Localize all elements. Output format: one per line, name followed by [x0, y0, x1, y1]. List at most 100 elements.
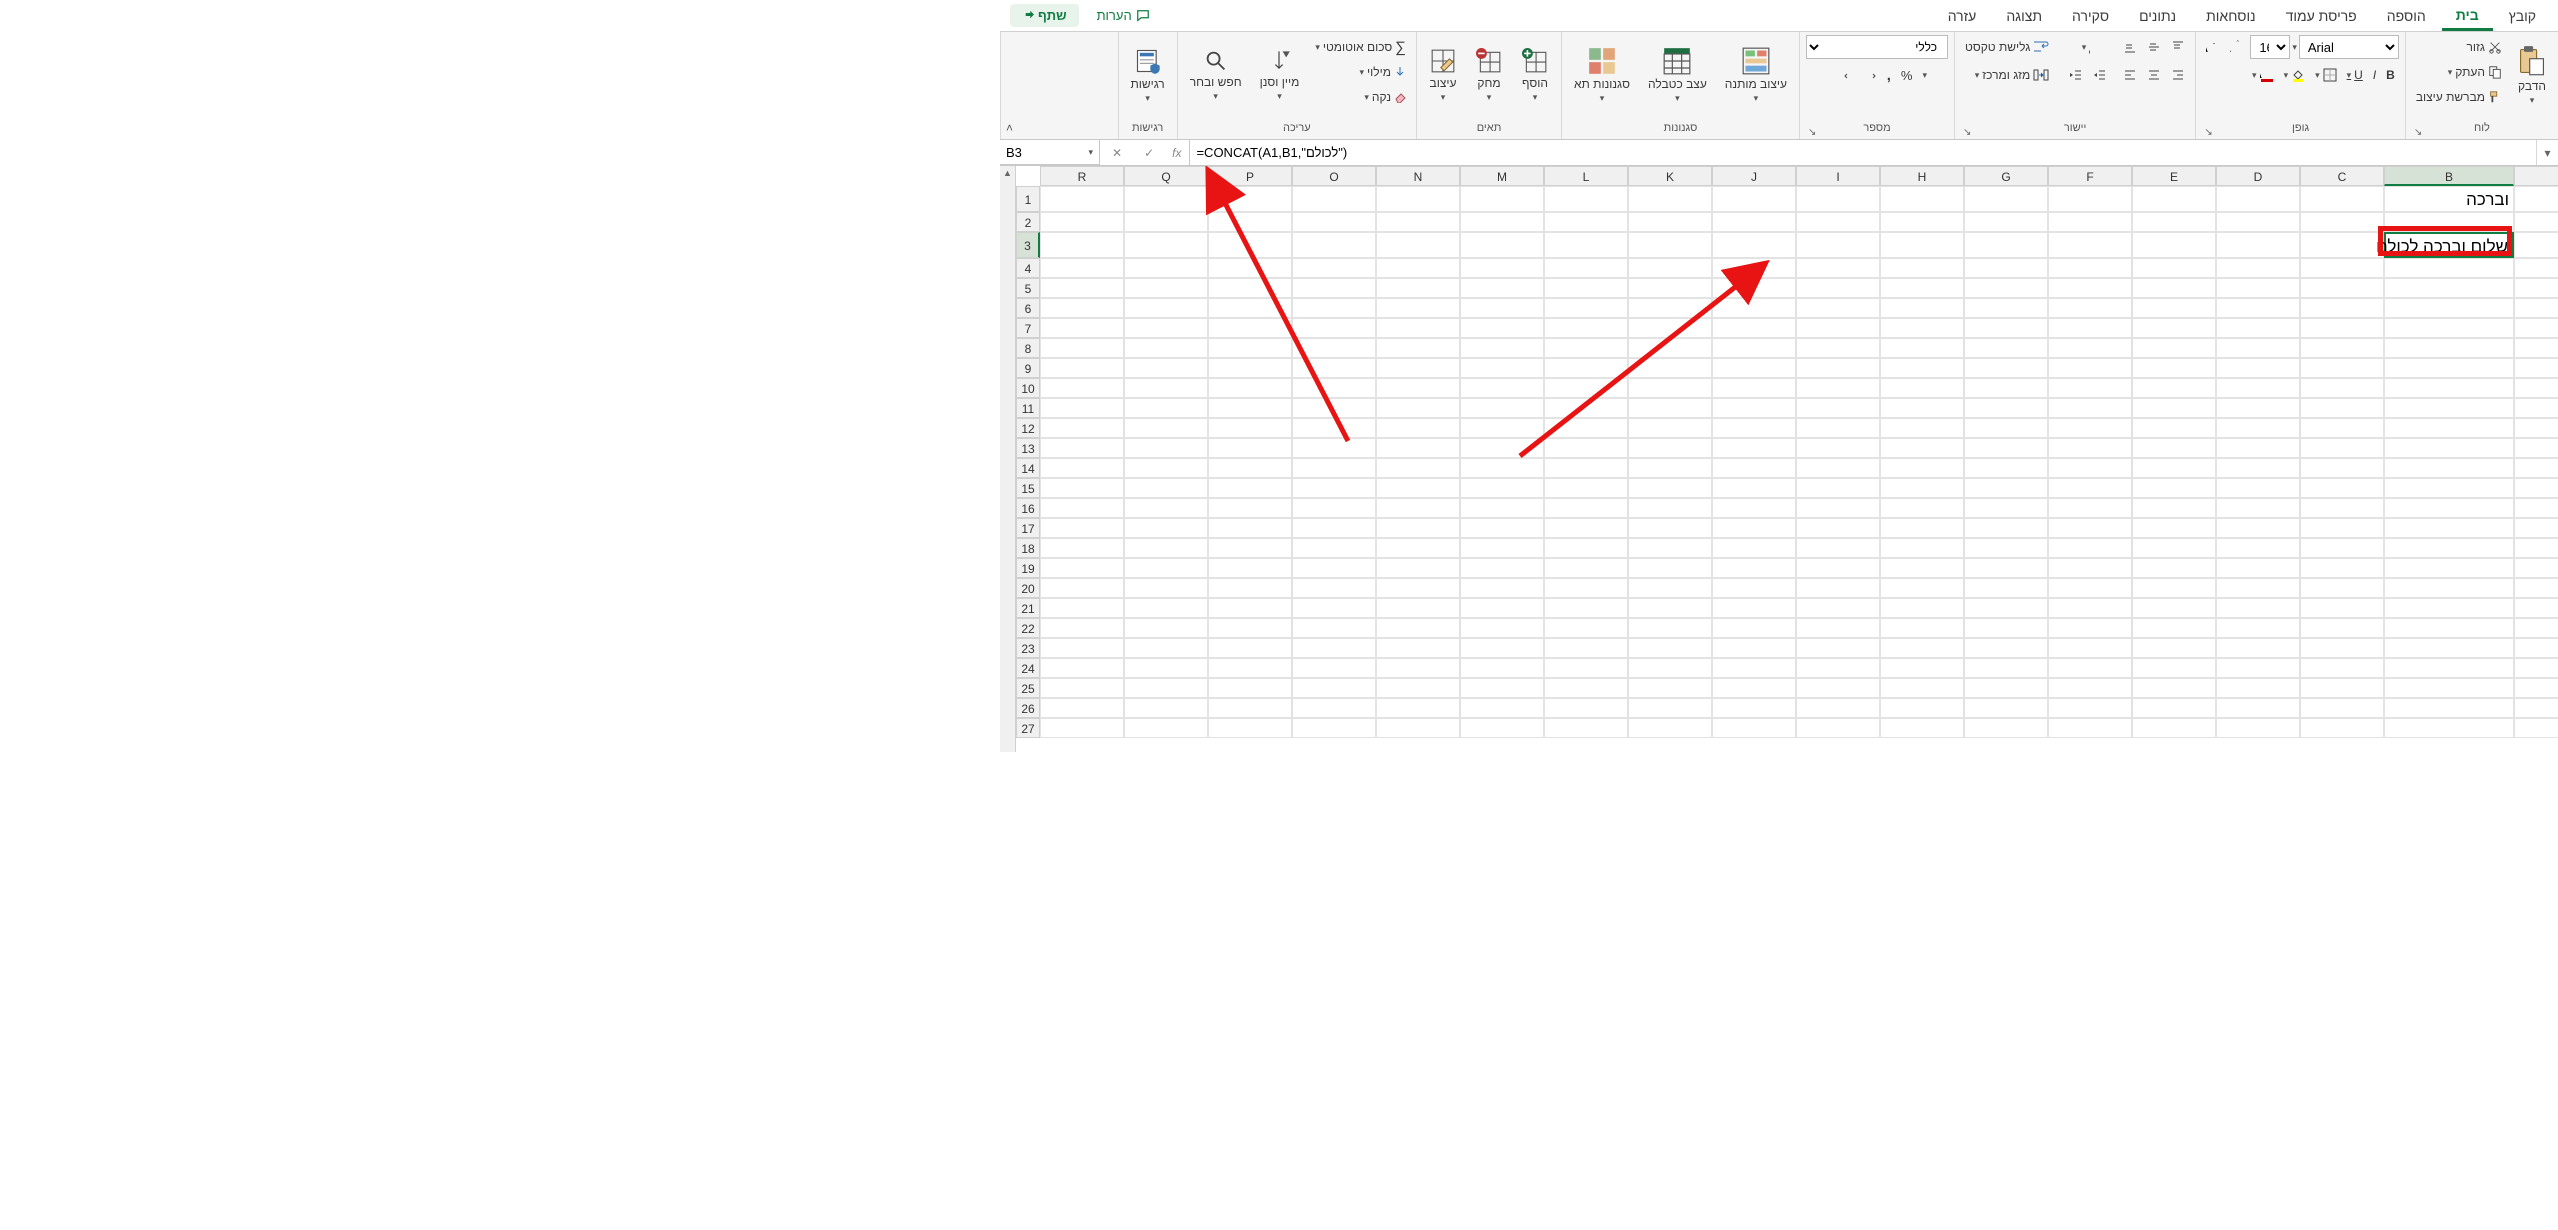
cell-M8[interactable] — [1460, 338, 1544, 358]
cell-J2[interactable] — [1712, 212, 1796, 232]
cell-Q18[interactable] — [1124, 538, 1208, 558]
cell-E4[interactable] — [2132, 258, 2216, 278]
cell-A4[interactable] — [2514, 258, 2558, 278]
cell-F12[interactable] — [2048, 418, 2132, 438]
cell-C13[interactable] — [2300, 438, 2384, 458]
cell-H5[interactable] — [1880, 278, 1964, 298]
row-header[interactable]: 8 — [1016, 338, 1040, 358]
cell-O23[interactable] — [1292, 638, 1376, 658]
row-header[interactable]: 10 — [1016, 378, 1040, 398]
launcher-icon[interactable]: ↘ — [2202, 127, 2214, 138]
increase-decimal-button[interactable]: .0.00 — [1855, 63, 1881, 87]
column-header[interactable]: O — [1292, 166, 1376, 186]
cell-N23[interactable] — [1376, 638, 1460, 658]
column-header[interactable]: I — [1796, 166, 1880, 186]
align-top-button[interactable] — [2167, 35, 2189, 59]
column-header[interactable]: L — [1544, 166, 1628, 186]
format-painter-button[interactable]: מברשת עיצוב — [2412, 85, 2506, 109]
font-name-select[interactable]: Arial — [2299, 35, 2399, 59]
cell-M10[interactable] — [1460, 378, 1544, 398]
cell-F15[interactable] — [2048, 478, 2132, 498]
cell-K13[interactable] — [1628, 438, 1712, 458]
cell-I14[interactable] — [1796, 458, 1880, 478]
cell-H23[interactable] — [1880, 638, 1964, 658]
cell-D26[interactable] — [2216, 698, 2300, 718]
cell-O25[interactable] — [1292, 678, 1376, 698]
cell-D22[interactable] — [2216, 618, 2300, 638]
cell-E19[interactable] — [2132, 558, 2216, 578]
vertical-scrollbar[interactable]: ▲ — [1000, 166, 1016, 752]
cell-H8[interactable] — [1880, 338, 1964, 358]
fill-color-button[interactable]: ▾ — [2280, 63, 2310, 87]
cell-I2[interactable] — [1796, 212, 1880, 232]
row-header[interactable]: 7 — [1016, 318, 1040, 338]
cell-C16[interactable] — [2300, 498, 2384, 518]
cell-I20[interactable] — [1796, 578, 1880, 598]
clear-button[interactable]: נקה ▾ — [1311, 85, 1410, 109]
align-middle-button[interactable] — [2143, 35, 2165, 59]
cell-H21[interactable] — [1880, 598, 1964, 618]
cell-B18[interactable] — [2384, 538, 2514, 558]
cell-C11[interactable] — [2300, 398, 2384, 418]
cell-O10[interactable] — [1292, 378, 1376, 398]
cell-O24[interactable] — [1292, 658, 1376, 678]
cell-K3[interactable] — [1628, 232, 1712, 258]
cell-E9[interactable] — [2132, 358, 2216, 378]
cell-A3[interactable] — [2514, 232, 2558, 258]
cell-P5[interactable] — [1208, 278, 1292, 298]
column-header[interactable]: E — [2132, 166, 2216, 186]
cell-D27[interactable] — [2216, 718, 2300, 738]
cell-K12[interactable] — [1628, 418, 1712, 438]
cell-I7[interactable] — [1796, 318, 1880, 338]
cell-A18[interactable] — [2514, 538, 2558, 558]
align-center-button[interactable] — [2143, 63, 2165, 87]
cell-E5[interactable] — [2132, 278, 2216, 298]
cell-I24[interactable] — [1796, 658, 1880, 678]
cell-I13[interactable] — [1796, 438, 1880, 458]
cell-G12[interactable] — [1964, 418, 2048, 438]
row-header[interactable]: 25 — [1016, 678, 1040, 698]
cell-H17[interactable] — [1880, 518, 1964, 538]
cell-J7[interactable] — [1712, 318, 1796, 338]
cell-M17[interactable] — [1460, 518, 1544, 538]
cell-D7[interactable] — [2216, 318, 2300, 338]
cell-J5[interactable] — [1712, 278, 1796, 298]
column-header[interactable]: C — [2300, 166, 2384, 186]
cell-F21[interactable] — [2048, 598, 2132, 618]
cell-Q4[interactable] — [1124, 258, 1208, 278]
cell-styles-button[interactable]: סגנונות תא▾ — [1568, 35, 1636, 115]
row-header[interactable]: 24 — [1016, 658, 1040, 678]
cell-J18[interactable] — [1712, 538, 1796, 558]
cell-R14[interactable] — [1040, 458, 1124, 478]
cell-D6[interactable] — [2216, 298, 2300, 318]
cell-P14[interactable] — [1208, 458, 1292, 478]
cell-Q17[interactable] — [1124, 518, 1208, 538]
cell-J3[interactable] — [1712, 232, 1796, 258]
cell-A24[interactable] — [2514, 658, 2558, 678]
cell-H26[interactable] — [1880, 698, 1964, 718]
cell-A26[interactable] — [2514, 698, 2558, 718]
cell-K20[interactable] — [1628, 578, 1712, 598]
cell-E21[interactable] — [2132, 598, 2216, 618]
cell-K10[interactable] — [1628, 378, 1712, 398]
cell-L2[interactable] — [1544, 212, 1628, 232]
cell-N8[interactable] — [1376, 338, 1460, 358]
cell-P15[interactable] — [1208, 478, 1292, 498]
cell-M6[interactable] — [1460, 298, 1544, 318]
cell-P18[interactable] — [1208, 538, 1292, 558]
cell-H7[interactable] — [1880, 318, 1964, 338]
cell-E18[interactable] — [2132, 538, 2216, 558]
cell-L6[interactable] — [1544, 298, 1628, 318]
copy-button[interactable]: העתק ▾ — [2412, 60, 2506, 84]
cell-R13[interactable] — [1040, 438, 1124, 458]
cell-G13[interactable] — [1964, 438, 2048, 458]
cell-P1[interactable] — [1208, 186, 1292, 212]
enter-formula-button[interactable]: ✓ — [1136, 146, 1162, 160]
cell-E7[interactable] — [2132, 318, 2216, 338]
row-header[interactable]: 12 — [1016, 418, 1040, 438]
cell-K1[interactable] — [1628, 186, 1712, 212]
cell-G4[interactable] — [1964, 258, 2048, 278]
cell-Q27[interactable] — [1124, 718, 1208, 738]
cell-C19[interactable] — [2300, 558, 2384, 578]
cell-Q11[interactable] — [1124, 398, 1208, 418]
